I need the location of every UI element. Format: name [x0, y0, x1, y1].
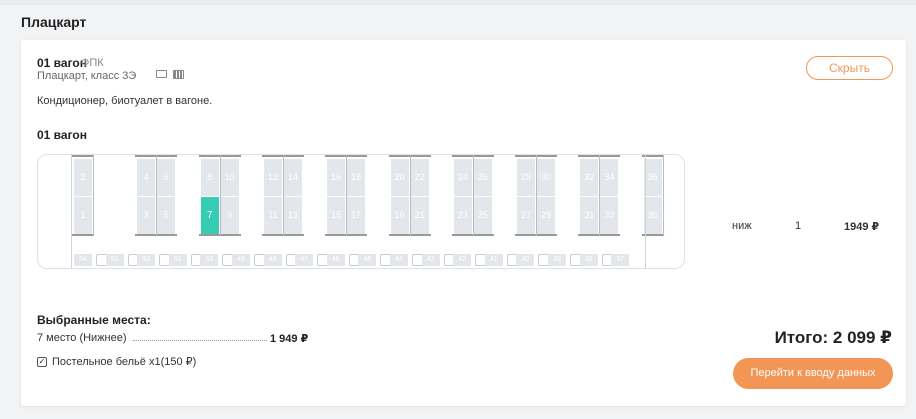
- wagon-end-left: [71, 155, 72, 268]
- seat[interactable]: 30: [537, 159, 556, 196]
- seat[interactable]: 6: [157, 159, 176, 196]
- side-seat[interactable]: 51: [168, 254, 187, 266]
- side-seat[interactable]: 39: [548, 254, 566, 266]
- seat[interactable]: 19: [390, 197, 409, 234]
- seat[interactable]: 15: [327, 197, 346, 234]
- seat[interactable]: 32: [580, 159, 599, 196]
- air-conditioner-icon: [156, 70, 167, 78]
- rail: [72, 155, 94, 157]
- compartment-divider: [156, 155, 158, 236]
- seat[interactable]: 14: [283, 159, 302, 196]
- seat[interactable]: 22: [410, 159, 429, 196]
- seat-map-title: 01 вагон: [37, 128, 87, 142]
- selected-seat[interactable]: 7: [200, 197, 219, 234]
- side-seat[interactable]: 42: [453, 254, 472, 266]
- continue-button[interactable]: Перейти к вводу данных: [733, 358, 893, 389]
- selected-seats-title: Выбранные места:: [37, 313, 151, 327]
- seat[interactable]: 23: [453, 197, 472, 234]
- seat[interactable]: 20: [390, 159, 409, 196]
- seat[interactable]: 31: [580, 197, 599, 234]
- compartment-divider: [599, 155, 601, 236]
- selected-seat-price: 1 949 ₽: [270, 333, 309, 345]
- seat[interactable]: 16: [327, 159, 346, 196]
- wagon-end-right: [645, 155, 646, 268]
- side-seat[interactable]: 43: [421, 254, 440, 266]
- compartment-divider: [219, 155, 221, 236]
- side-seat[interactable]: 44: [390, 254, 408, 266]
- seat[interactable]: 1: [74, 197, 92, 234]
- seat[interactable]: 13: [283, 197, 302, 234]
- compartment-divider: [536, 155, 538, 236]
- seat[interactable]: 34: [600, 159, 619, 196]
- side-seat[interactable]: 38: [579, 254, 598, 266]
- side-seat[interactable]: 46: [326, 254, 345, 266]
- hide-button[interactable]: Скрыть: [806, 56, 893, 80]
- seat[interactable]: 28: [517, 159, 536, 196]
- seat[interactable]: 10: [220, 159, 239, 196]
- seat-map: 2 1 4 6 3 5 8 10 7 9 12 14 11 13 16 18 15 17 20 22 19 21 24 26 2…: [37, 154, 685, 269]
- side-seat[interactable]: 47: [295, 254, 314, 266]
- price-seat-type: ниж: [732, 220, 752, 232]
- side-seat[interactable]: 41: [484, 254, 503, 266]
- seat[interactable]: 26: [473, 159, 492, 196]
- rail: [72, 234, 94, 236]
- seat[interactable]: 3: [137, 197, 156, 234]
- seat[interactable]: 8: [200, 159, 219, 196]
- seat[interactable]: 36: [643, 159, 662, 196]
- wagon-card: 01 вагон ФПК Плацкарт, класс 3Э Кондицио…: [21, 40, 906, 406]
- total-price: Итого: 2 099 ₽: [774, 328, 892, 347]
- wagon-title: 01 вагон: [37, 56, 87, 70]
- compartment-divider: [346, 155, 348, 236]
- wagon-features: Кондиционер, биотуалет в вагоне.: [37, 95, 213, 107]
- bedding-option[interactable]: ✓ Постельное бельё x1(150 ₽): [37, 355, 196, 368]
- seat[interactable]: 9: [220, 197, 239, 234]
- seat[interactable]: 21: [410, 197, 429, 234]
- side-seat[interactable]: 37: [611, 254, 630, 266]
- side-seat[interactable]: 52: [137, 254, 156, 266]
- compartment-divider: [93, 155, 94, 236]
- top-border: [0, 0, 916, 5]
- seat[interactable]: 5: [157, 197, 176, 234]
- seat[interactable]: 18: [347, 159, 366, 196]
- compartment-divider: [409, 155, 411, 236]
- selected-seat-line: 7 место (Нижнее): [37, 332, 127, 344]
- compartment-divider: [662, 155, 664, 236]
- seat[interactable]: 4: [137, 159, 156, 196]
- section-title: Плацкарт: [21, 14, 87, 30]
- price-seat-count: 1: [795, 220, 802, 232]
- seat[interactable]: 17: [347, 197, 366, 234]
- seat[interactable]: 27: [517, 197, 536, 234]
- side-seat[interactable]: 54: [74, 254, 92, 266]
- price-seat-price: 1949 ₽: [844, 221, 880, 233]
- side-seat[interactable]: 50: [200, 254, 219, 266]
- seat[interactable]: 25: [473, 197, 492, 234]
- side-seat[interactable]: 53: [105, 254, 124, 266]
- compartment-divider: [282, 155, 284, 236]
- carrier-name: ФПК: [81, 57, 104, 69]
- seat[interactable]: 24: [453, 159, 472, 196]
- side-seat[interactable]: 45: [358, 254, 377, 266]
- seat[interactable]: 35: [643, 197, 662, 234]
- seat[interactable]: 29: [537, 197, 556, 234]
- side-seat[interactable]: 40: [516, 254, 535, 266]
- side-seat[interactable]: 49: [232, 254, 250, 266]
- seat[interactable]: 33: [600, 197, 619, 234]
- side-seat[interactable]: 48: [263, 254, 282, 266]
- wagon-class: Плацкарт, класс 3Э: [37, 70, 137, 82]
- compartment-divider: [472, 155, 474, 236]
- seat[interactable]: 11: [263, 197, 282, 234]
- toilet-icon: [173, 70, 184, 79]
- bedding-label: Постельное бельё x1(150 ₽): [52, 356, 197, 368]
- seat[interactable]: 12: [263, 159, 282, 196]
- seat[interactable]: 2: [74, 159, 92, 196]
- dotted-leader: [133, 340, 267, 341]
- bedding-checkbox[interactable]: ✓: [37, 356, 47, 367]
